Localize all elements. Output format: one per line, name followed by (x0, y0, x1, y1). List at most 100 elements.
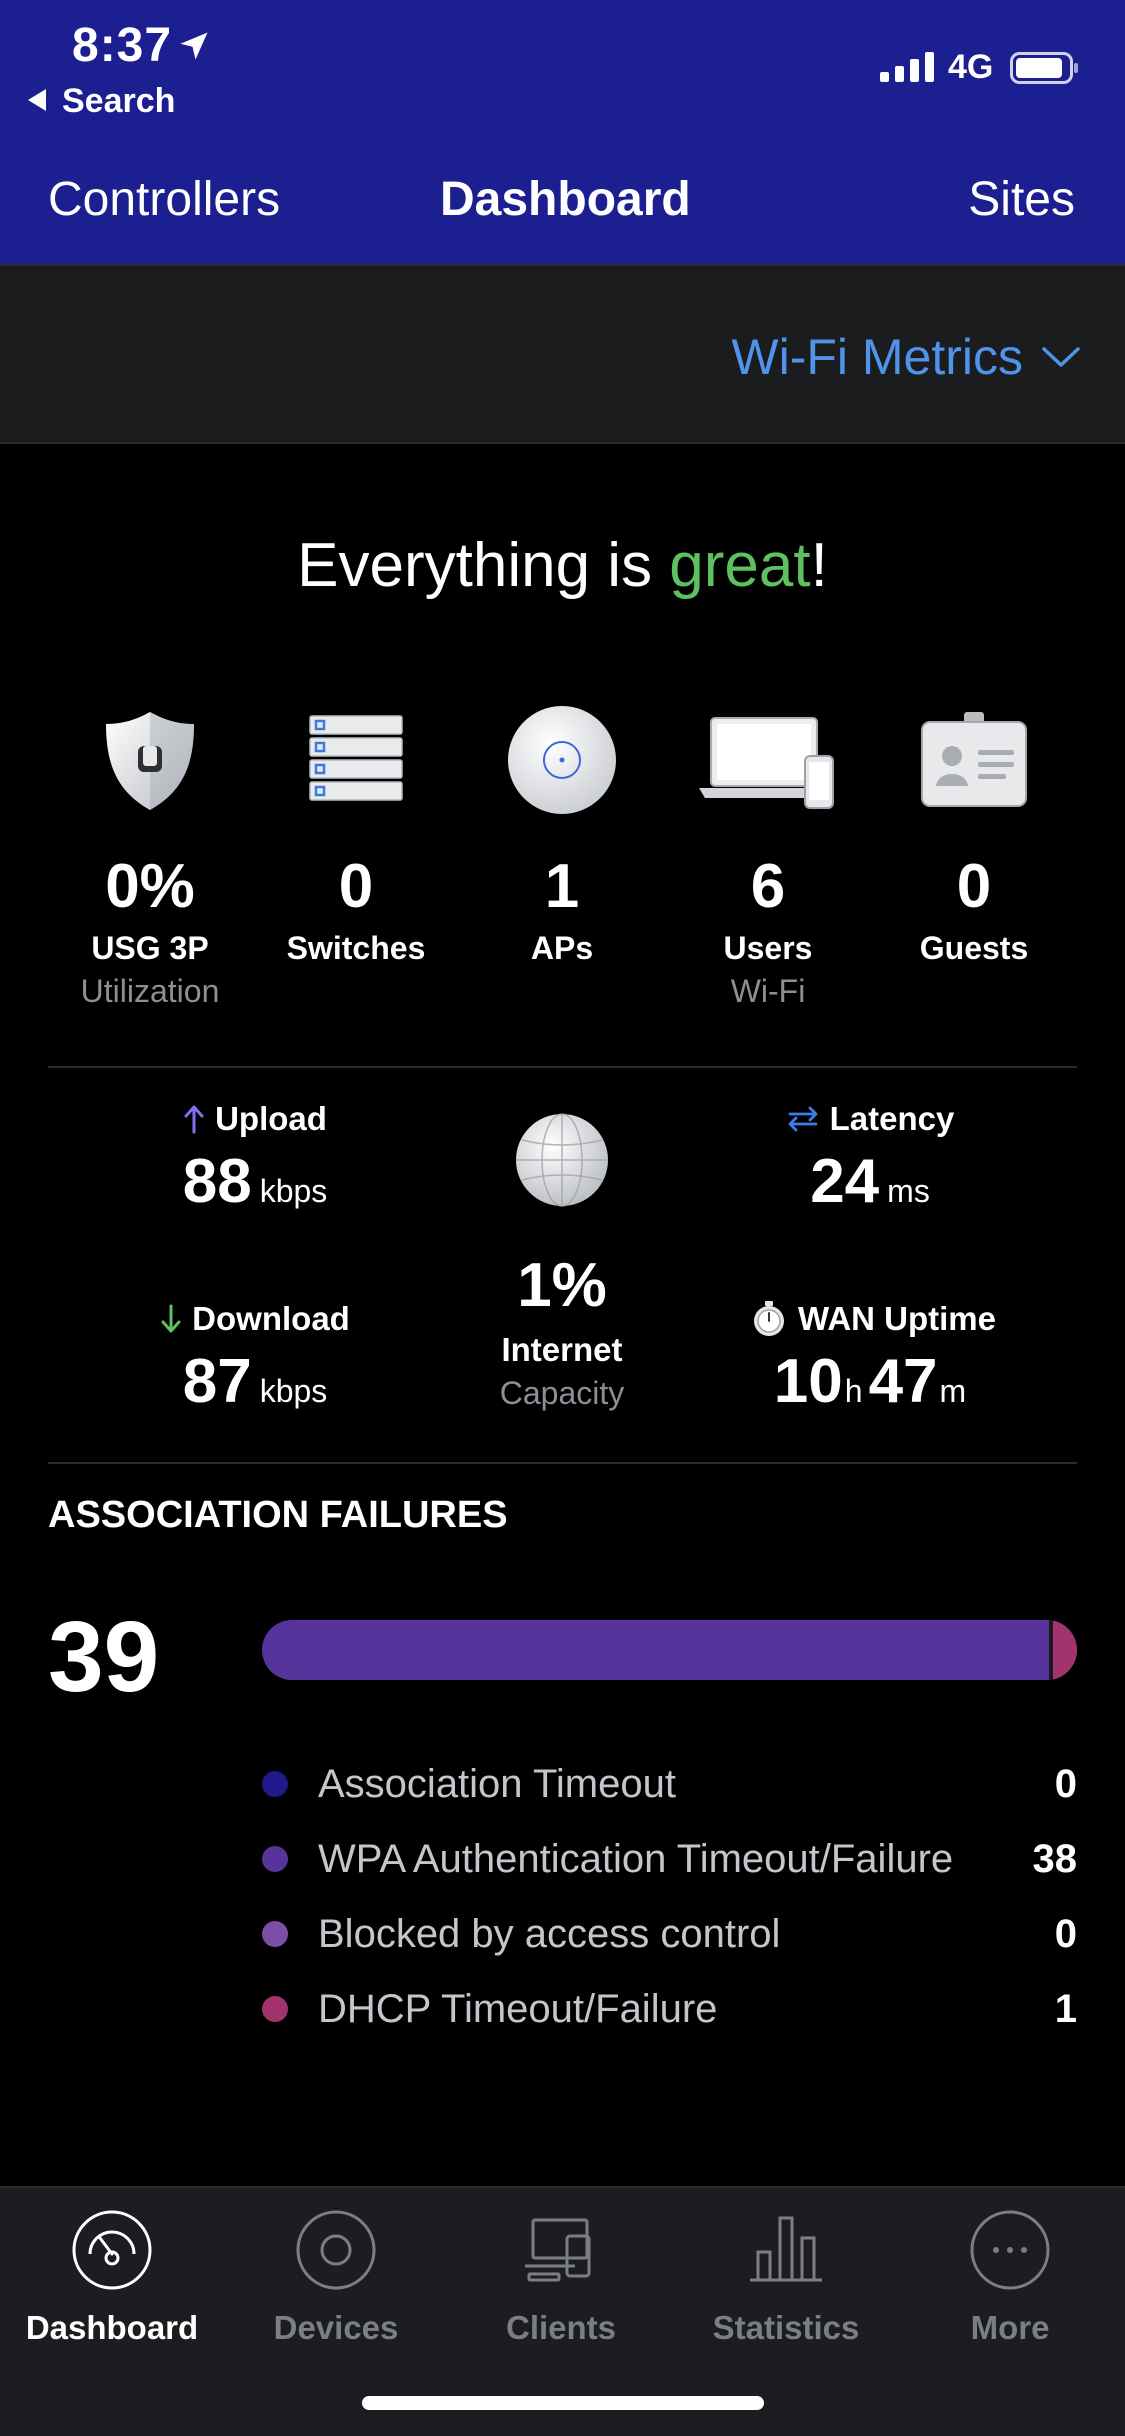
guest-badge-icon (921, 712, 1027, 807)
back-to-search-button[interactable]: Search (28, 82, 175, 121)
tab-clients[interactable]: Clients (451, 2208, 671, 2347)
status-time: 8:37 (72, 19, 173, 72)
stat-guests[interactable]: 0 Guests (874, 700, 1074, 967)
tab-label: Clients (505, 2309, 617, 2346)
tab-devices[interactable]: Devices (226, 2208, 446, 2347)
tab-label: Statistics (712, 2309, 860, 2346)
battery-icon (1010, 52, 1078, 84)
aps-label: APs (530, 930, 594, 966)
legend-dot (262, 1996, 288, 2022)
wifi-metrics-dropdown[interactable]: Wi-Fi Metrics (731, 328, 1081, 386)
uptime-hours-unit: h (844, 1373, 863, 1409)
stopwatch-icon (754, 1301, 784, 1336)
wifi-metrics-label: Wi-Fi Metrics (731, 329, 1023, 385)
tab-label: More (970, 2309, 1050, 2346)
usg-sub: Utilization (80, 973, 220, 1009)
association-failures-title: ASSOCIATION FAILURES (48, 1494, 508, 1536)
download-value: 87 (182, 1347, 252, 1416)
uptime-minutes: 47 (868, 1347, 938, 1416)
legend-dot (262, 1846, 288, 1872)
legend-item-wpa-auth[interactable]: WPA Authentication Timeout/Failure 38 (262, 1829, 1077, 1889)
shield-icon (106, 712, 194, 810)
headline-prefix: Everything is (297, 531, 670, 600)
metrics-selector-bar: Wi-Fi Metrics (0, 264, 1125, 444)
latency-stat[interactable]: Latency 24 ms (760, 1100, 980, 1217)
uptime-minutes-unit: m (939, 1373, 967, 1409)
devices-icon (699, 717, 834, 809)
stat-aps[interactable]: 1 APs (462, 700, 662, 967)
download-stat[interactable]: Download 87 kbps (140, 1300, 370, 1417)
association-failures-bar[interactable] (262, 1620, 1077, 1680)
guests-label: Guests (919, 930, 1029, 966)
stat-switches[interactable]: 0 Switches (256, 700, 456, 967)
stat-users[interactable]: 6 Users Wi-Fi (668, 700, 868, 1010)
signal-strength-icon (880, 52, 934, 82)
chevron-down-icon (1042, 347, 1080, 367)
legend-label: Association Timeout (318, 1761, 676, 1806)
stat-usg[interactable]: 0% USG 3P Utilization (50, 700, 250, 1010)
divider (48, 1462, 1077, 1464)
latency-value: 24 (810, 1147, 880, 1216)
internet-label: Internet (501, 1331, 623, 1368)
tab-statistics[interactable]: Statistics (676, 2208, 896, 2347)
legend-item-dhcp[interactable]: DHCP Timeout/Failure 1 (262, 1979, 1077, 2039)
latency-unit: ms (887, 1173, 930, 1209)
tab-label: Dashboard (25, 2309, 199, 2346)
tab-label: Devices (273, 2309, 399, 2346)
usg-value: 0% (105, 852, 195, 921)
wan-uptime-stat[interactable]: WAN Uptime 10h47m (738, 1300, 1008, 1417)
legend-item-association-timeout[interactable]: Association Timeout 0 (262, 1754, 1077, 1814)
switches-value: 0 (338, 852, 374, 921)
sites-button[interactable]: Sites (968, 172, 1075, 227)
dashboard-gauge-icon (72, 2210, 152, 2290)
more-dots-icon (970, 2210, 1050, 2290)
legend-value: 0 (1054, 1911, 1077, 1956)
back-triangle-icon (28, 89, 46, 112)
legend-value: 0 (1054, 1761, 1077, 1806)
uptime-label: WAN Uptime (798, 1300, 996, 1337)
association-failures-total: 39 (48, 1601, 160, 1713)
legend-dot (262, 1771, 288, 1797)
legend-label: Blocked by access control (318, 1911, 781, 1956)
home-indicator[interactable] (362, 2396, 764, 2410)
globe-icon (516, 1113, 608, 1207)
upload-label: Upload (215, 1100, 327, 1137)
swap-arrows-icon (788, 1106, 818, 1132)
arrow-down-icon (161, 1304, 181, 1333)
users-sub: Wi-Fi (730, 973, 806, 1009)
upload-stat[interactable]: Upload 88 kbps (140, 1100, 370, 1217)
back-label: Search (62, 82, 176, 120)
bar-segment-dhcp (1053, 1620, 1077, 1680)
controllers-button[interactable]: Controllers (48, 172, 280, 227)
latency-label: Latency (829, 1100, 955, 1137)
legend-label: DHCP Timeout/Failure (318, 1986, 718, 2031)
headline-suffix: ! (810, 531, 828, 600)
legend-value: 1 (1054, 1986, 1077, 2031)
uptime-hours: 10 (773, 1347, 843, 1416)
tab-dashboard[interactable]: Dashboard (2, 2208, 222, 2347)
page-title: Dashboard (440, 173, 691, 226)
upload-unit: kbps (259, 1173, 328, 1209)
internet-capacity-stat[interactable]: 1% Internet Capacity (462, 1110, 662, 1412)
legend-dot (262, 1921, 288, 1947)
location-arrow-icon (180, 32, 208, 60)
download-unit: kbps (259, 1373, 328, 1409)
network-type: 4G (948, 48, 994, 86)
download-label: Download (192, 1300, 350, 1337)
status-word: great (669, 531, 811, 600)
internet-sub: Capacity (499, 1375, 625, 1411)
legend-item-blocked[interactable]: Blocked by access control 0 (262, 1904, 1077, 1964)
internet-value: 1% (517, 1251, 607, 1320)
switch-icon (309, 715, 403, 801)
switches-label: Switches (286, 930, 426, 966)
tab-more[interactable]: More (900, 2208, 1120, 2347)
guests-value: 0 (956, 852, 992, 921)
devices-disc-icon (296, 2210, 376, 2290)
legend-label: WPA Authentication Timeout/Failure (318, 1836, 954, 1881)
users-value: 6 (750, 852, 786, 921)
aps-value: 1 (544, 852, 580, 921)
access-point-icon (508, 706, 616, 814)
users-label: Users (723, 930, 813, 966)
usg-label: USG 3P (91, 930, 209, 966)
divider (48, 1066, 1077, 1068)
